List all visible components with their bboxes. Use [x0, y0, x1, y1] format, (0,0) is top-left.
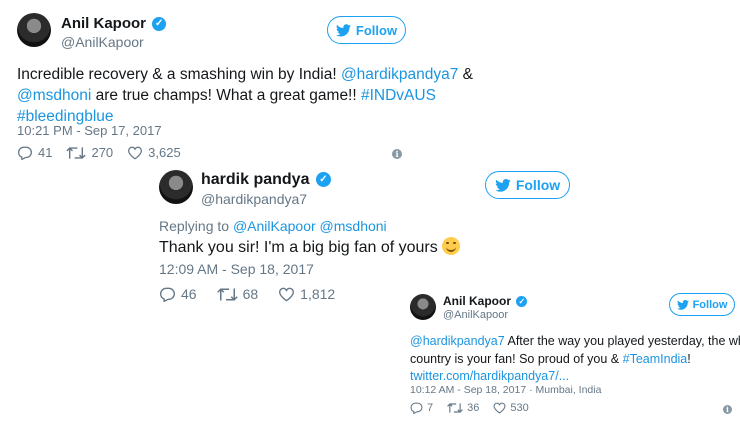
info-icon[interactable]: i [723, 405, 732, 414]
author-name[interactable]: Anil Kapoor ✓ [61, 15, 167, 32]
author-name[interactable]: Anil Kapoor ✓ [443, 294, 528, 308]
retweet-action[interactable]: 68 [216, 286, 258, 302]
tweet-card-anil-1: Anil Kapoor ✓ @AnilKapoor Follow Incredi… [0, 0, 473, 168]
reply-icon [410, 402, 423, 414]
avatar[interactable] [410, 294, 436, 320]
author-handle[interactable]: @AnilKapoor [61, 34, 144, 50]
tweet-text: Thank you sir! I'm a big big fan of your… [159, 237, 461, 259]
hashtag-link[interactable]: #INDvAUS [361, 87, 436, 104]
mention-link[interactable]: @msdhoni [17, 87, 91, 104]
tweet-actions: 46 68 1,812 [159, 286, 335, 302]
heart-icon [493, 402, 506, 414]
twitter-bird-icon [335, 23, 351, 36]
reply-action[interactable]: 46 [159, 286, 197, 302]
tweet-card-anil-2: Anil Kapoor ✓ @AnilKapoor Follow @hardik… [396, 285, 740, 425]
replying-to: Replying to @AnilKapoor @msdhoni [159, 218, 387, 234]
like-action[interactable]: 1,812 [278, 286, 335, 302]
smiling-emoji-icon [442, 237, 461, 255]
tweet-text: Incredible recovery & a smashing win by … [17, 66, 474, 125]
mention-link[interactable]: @hardikpandya7 [341, 66, 458, 83]
mention-link[interactable]: @msdhoni [320, 218, 387, 234]
twitter-bird-icon [495, 178, 511, 192]
retweet-action[interactable]: 36 [447, 402, 479, 414]
author-handle[interactable]: @AnilKapoor [443, 309, 508, 321]
mention-link[interactable]: @AnilKapoor [233, 218, 316, 234]
mention-link[interactable]: @hardikpandya7 [410, 334, 505, 348]
tweet-actions: 41 270 3,625 [17, 145, 181, 160]
like-action[interactable]: 3,625 [127, 145, 181, 160]
heart-icon [128, 146, 143, 159]
heart-icon [279, 287, 295, 301]
verified-badge-icon: ✓ [315, 172, 331, 188]
reply-icon [17, 146, 33, 160]
tweet-timestamp[interactable]: 10:21 PM - Sep 17, 2017 [17, 123, 162, 138]
avatar[interactable] [159, 170, 193, 204]
verified-badge-icon: ✓ [516, 296, 528, 308]
author-name[interactable]: hardik pandya ✓ [201, 171, 331, 189]
url-link[interactable]: twitter.com/hardikpandya7/... [410, 369, 569, 383]
tweet-actions: 7 36 530 [410, 402, 529, 414]
author-handle[interactable]: @hardikpandya7 [201, 191, 307, 207]
retweet-icon [447, 403, 463, 413]
twitter-bird-icon [676, 299, 689, 310]
follow-button[interactable]: Follow [327, 16, 406, 44]
verified-badge-icon: ✓ [152, 17, 167, 32]
reply-action[interactable]: 41 [17, 145, 52, 160]
info-icon[interactable]: i [392, 149, 402, 159]
hashtag-link[interactable]: #TeamIndia [623, 352, 688, 366]
tweet-timestamp[interactable]: 12:09 AM - Sep 18, 2017 [159, 261, 314, 277]
retweet-icon [66, 146, 87, 159]
follow-button[interactable]: Follow [485, 171, 570, 199]
like-action[interactable]: 530 [493, 402, 529, 414]
retweet-action[interactable]: 270 [66, 145, 113, 160]
retweet-icon [216, 287, 238, 301]
reply-action[interactable]: 7 [410, 402, 433, 414]
tweet-text: @hardikpandya7 After the way you played … [410, 334, 740, 383]
avatar[interactable] [17, 13, 51, 47]
follow-button[interactable]: Follow [669, 293, 735, 316]
reply-icon [159, 287, 176, 302]
tweet-timestamp[interactable]: 10:12 AM - Sep 18, 2017 · Mumbai, India [410, 384, 601, 396]
